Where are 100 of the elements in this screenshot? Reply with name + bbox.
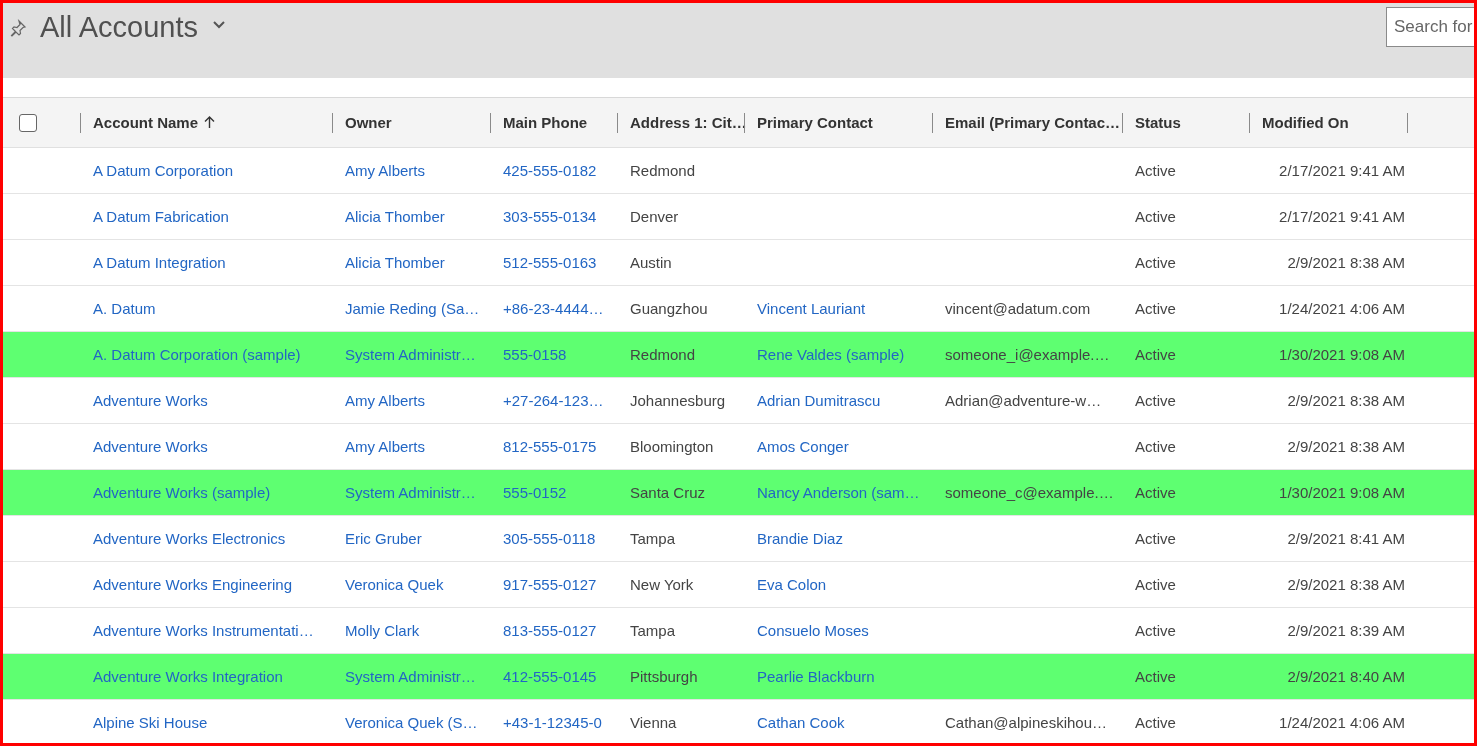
column-header[interactable]: Modified On [1262,114,1349,131]
table-row[interactable]: Adventure Works Integration System Administr… 412-555-0145 Pittsburgh Pearlie Blackburn Active 2/9/2021 8:40 AM [3,654,1474,700]
table-row[interactable]: Adventure Works (sample) System Administr… 555-0152 Santa Cruz Nancy Anderson (sam… someone_c@example.… Active 1/30/2021 9:08 AM [3,470,1474,516]
owner-link[interactable]: Alicia Thomber [332,207,445,225]
owner-link[interactable]: Amy Alberts [332,161,426,179]
table-row[interactable]: A Datum Fabrication Alicia Thomber 303-555-0134 Denver Active 2/17/2021 9:41 AM [3,194,1474,240]
city-cell-text: Redmond [629,345,696,363]
search-field[interactable]: Search for [1386,7,1474,47]
contact-link[interactable]: Nancy Anderson (sam… [744,483,920,501]
status-cell-text: Active [1134,713,1176,731]
column-header[interactable]: Main Phone [503,114,588,131]
phone-link[interactable]: +43-1-12345-0 [490,713,602,731]
city-cell-text: Pittsburgh [629,667,698,685]
phone-link[interactable]: +86-23-4444… [490,299,604,317]
status-cell-text: Active [1134,161,1176,179]
city-cell-text: Santa Cruz [629,483,706,501]
owner-link[interactable]: Veronica Quek [332,575,444,593]
city-cell-text: Denver [629,207,679,225]
contact-link[interactable]: Pearlie Blackburn [744,667,875,685]
modified-on-cell: 2/9/2021 8:38 AM [1287,438,1405,455]
city-cell-text: Tampa [629,529,676,547]
modified-on-cell: 2/9/2021 8:39 AM [1287,622,1405,639]
owner-link[interactable]: Veronica Quek (S… [332,713,478,731]
sort-ascending-icon [204,116,216,129]
contact-link[interactable]: Eva Colon [744,575,827,593]
view-title[interactable]: All Accounts [40,11,198,44]
phone-link[interactable]: 512-555-0163 [490,253,597,271]
contact-link[interactable]: Consuelo Moses [744,621,869,639]
account-name-link[interactable]: Adventure Works [80,437,208,455]
table-row[interactable]: Adventure Works Amy Alberts +27-264-123… Johannesburg Adrian Dumitrascu Adrian@adventure-w… Active 2/9/2021 8:38 AM [3,378,1474,424]
table-row[interactable]: Adventure Works Engineering Veronica Quek 917-555-0127 New York Eva Colon Active 2/9/2021 8:38 AM [3,562,1474,608]
city-cell-text: Bloomington [629,437,714,455]
status-cell-text: Active [1134,253,1176,271]
chevron-down-icon[interactable] [213,21,225,29]
contact-link[interactable]: Cathan Cook [744,713,845,731]
phone-link[interactable]: 412-555-0145 [490,667,597,685]
account-name-link[interactable]: Adventure Works [80,391,208,409]
column-header[interactable]: Email (Primary Contac… [945,114,1121,131]
owner-link[interactable]: Molly Clark [332,621,420,639]
owner-link[interactable]: System Administr… [332,667,476,685]
account-name-link[interactable]: Alpine Ski House [80,713,208,731]
account-name-link[interactable]: A Datum Fabrication [80,207,229,225]
pin-icon[interactable] [9,19,27,37]
phone-link[interactable]: +27-264-123… [490,391,604,409]
table-row[interactable]: A. Datum Corporation (sample) System Administr… 555-0158 Redmond Rene Valdes (sample) someone_i@example.… Active 1/30/2021 9:08 AM [3,332,1474,378]
status-cell-text: Active [1134,575,1176,593]
city-cell-text: Redmond [629,161,696,179]
contact-link[interactable]: Vincent Lauriant [744,299,866,317]
modified-on-cell: 1/24/2021 4:06 AM [1279,300,1405,317]
phone-link[interactable]: 555-0158 [490,345,567,363]
account-name-link[interactable]: Adventure Works Electronics [80,529,286,547]
account-name-link[interactable]: Adventure Works (sample) [80,483,271,501]
modified-on-cell: 2/9/2021 8:41 AM [1287,530,1405,547]
account-name-link[interactable]: A. Datum [80,299,156,317]
column-header[interactable]: Address 1: Cit… [630,114,747,131]
owner-link[interactable]: Amy Alberts [332,437,426,455]
column-header[interactable]: Status [1135,114,1181,131]
select-all-checkbox[interactable] [19,113,37,132]
table-row[interactable]: A Datum Corporation Amy Alberts 425-555-0182 Redmond Active 2/17/2021 9:41 AM [3,148,1474,194]
account-name-link[interactable]: Adventure Works Integration [80,667,283,685]
table-row[interactable]: A Datum Integration Alicia Thomber 512-555-0163 Austin Active 2/9/2021 8:38 AM [3,240,1474,286]
phone-link[interactable]: 425-555-0182 [490,161,597,179]
email-cell-text: Cathan@alpineskihou… [944,713,1107,731]
modified-on-cell: 2/9/2021 8:38 AM [1287,576,1405,593]
owner-link[interactable]: Amy Alberts [332,391,426,409]
modified-on-cell: 2/17/2021 9:41 AM [1279,208,1405,225]
owner-link[interactable]: Jamie Reding (Sa… [332,299,480,317]
phone-link[interactable]: 812-555-0175 [490,437,597,455]
phone-link[interactable]: 555-0152 [490,483,567,501]
phone-link[interactable]: 813-555-0127 [490,621,597,639]
account-name-link[interactable]: Adventure Works Instrumentati… [80,621,314,639]
table-row[interactable]: Alpine Ski House Veronica Quek (S… +43-1-12345-0 Vienna Cathan Cook Cathan@alpineskihou… Active 1/24/2021 4:06 AM [3,700,1474,743]
column-header[interactable]: Account Name [93,114,216,131]
owner-link[interactable]: Alicia Thomber [332,253,445,271]
contact-link[interactable]: Rene Valdes (sample) [744,345,905,363]
column-header[interactable]: Primary Contact [757,114,873,131]
account-name-link[interactable]: A Datum Integration [80,253,226,271]
city-cell-text: Vienna [629,713,677,731]
column-header[interactable]: Owner [345,114,392,131]
contact-link[interactable]: Amos Conger [744,437,849,455]
phone-link[interactable]: 305-555-0118 [490,529,596,547]
phone-link[interactable]: 917-555-0127 [490,575,597,593]
owner-link[interactable]: Eric Gruber [332,529,422,547]
account-name-link[interactable]: A Datum Corporation [80,161,234,179]
contact-link[interactable]: Adrian Dumitrascu [744,391,881,409]
table-row[interactable]: Adventure Works Electronics Eric Gruber 305-555-0118 Tampa Brandie Diaz Active 2/9/2021 8:41 AM [3,516,1474,562]
status-cell-text: Active [1134,621,1176,639]
city-cell-text: Guangzhou [629,299,708,317]
owner-link[interactable]: System Administr… [332,483,476,501]
email-cell-text: vincent@adatum.com [944,299,1091,317]
modified-on-cell: 2/9/2021 8:40 AM [1287,668,1405,685]
modified-on-cell: 1/24/2021 4:06 AM [1279,714,1405,731]
email-cell-text: someone_i@example.… [944,345,1110,363]
owner-link[interactable]: System Administr… [332,345,476,363]
phone-link[interactable]: 303-555-0134 [490,207,597,225]
account-name-link[interactable]: A. Datum Corporation (sample) [80,345,301,363]
modified-on-cell: 2/17/2021 9:41 AM [1279,162,1405,179]
account-name-link[interactable]: Adventure Works Engineering [80,575,292,593]
contact-link[interactable]: Brandie Diaz [744,529,843,547]
city-cell-text: New York [629,575,694,593]
